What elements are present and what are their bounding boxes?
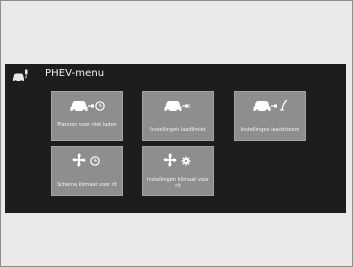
car-charge-clock-icon — [52, 96, 122, 114]
page-title: PHEV-menu — [45, 68, 105, 79]
tile-schema-klimaat-voor-rit[interactable]: Schema klimaat voor rit — [51, 146, 123, 196]
tile-label: Plannen voor niet laden — [57, 122, 117, 128]
tile-plannen-voor-niet-laden[interactable]: Plannen voor niet laden — [51, 91, 123, 141]
car-charge-current-icon — [235, 96, 305, 114]
tile-label: Schema klimaat voor rit — [56, 182, 118, 188]
tile-label: Instellingen laadlimiet — [150, 127, 206, 133]
tile-label: Instellingen laadstroom — [240, 127, 300, 133]
fan-clock-icon — [52, 151, 122, 169]
tile-instellingen-laadlimiet[interactable]: Instellingen laadlimiet — [142, 91, 214, 141]
phev-menu-screen: PHEV-menu Plannen voor niet laden Instel… — [5, 64, 346, 213]
tile-instellingen-laadstroom[interactable]: Instellingen laadstroom — [234, 91, 306, 141]
fan-gear-icon — [143, 151, 213, 169]
car-charge-icon — [143, 96, 213, 114]
menu-header: PHEV-menu — [5, 64, 346, 88]
tile-instellingen-klimaat-voor-rit[interactable]: Instellingen klimaat voor rit — [142, 146, 214, 196]
tile-label: Instellingen klimaat voor rit — [147, 177, 209, 189]
car-plug-icon — [13, 69, 28, 83]
page-frame: PHEV-menu Plannen voor niet laden Instel… — [0, 0, 353, 267]
